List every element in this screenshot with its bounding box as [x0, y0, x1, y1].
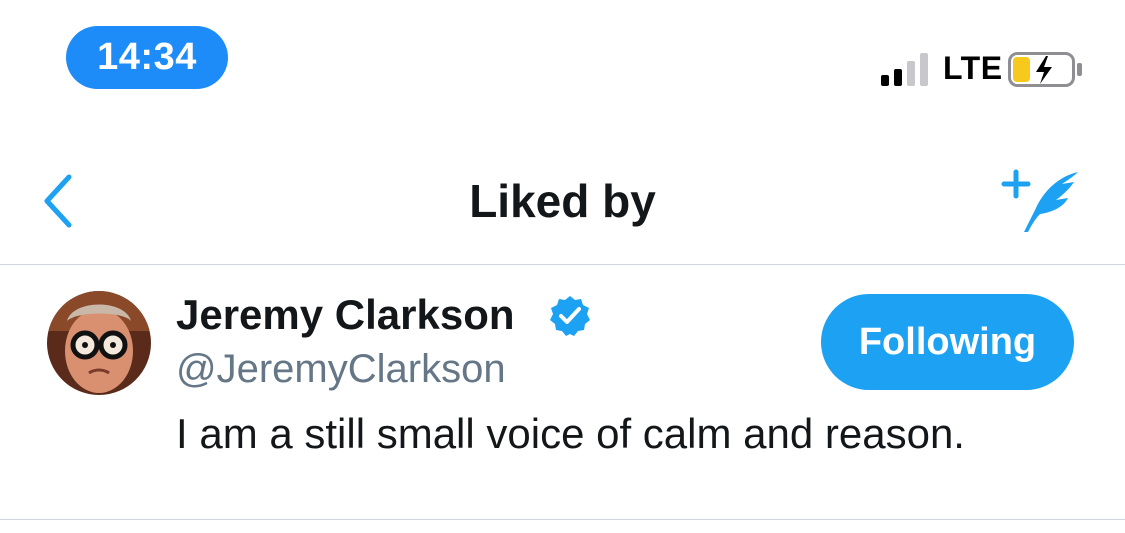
battery-charging-icon [1008, 52, 1082, 87]
user-handle: @JeremyClarkson [176, 347, 506, 391]
user-name[interactable]: Jeremy Clarkson [176, 291, 515, 339]
signal-bars-icon [881, 52, 933, 86]
following-button[interactable]: Following [821, 294, 1074, 390]
user-bio: I am a still small voice of calm and rea… [176, 410, 965, 457]
network-type: LTE [943, 50, 1003, 86]
list-item[interactable]: Jeremy Clarkson @JeremyClarkson I am a s… [0, 265, 1125, 519]
compose-quill-icon[interactable] [998, 166, 1084, 236]
page-title: Liked by [469, 175, 656, 227]
navigation-bar: Liked by [0, 140, 1125, 264]
status-bar: 14:34 LTE [0, 0, 1125, 120]
status-time[interactable]: 14:34 [66, 26, 228, 89]
row-divider [0, 519, 1125, 520]
avatar[interactable] [47, 291, 151, 395]
verified-badge-icon [550, 296, 590, 336]
